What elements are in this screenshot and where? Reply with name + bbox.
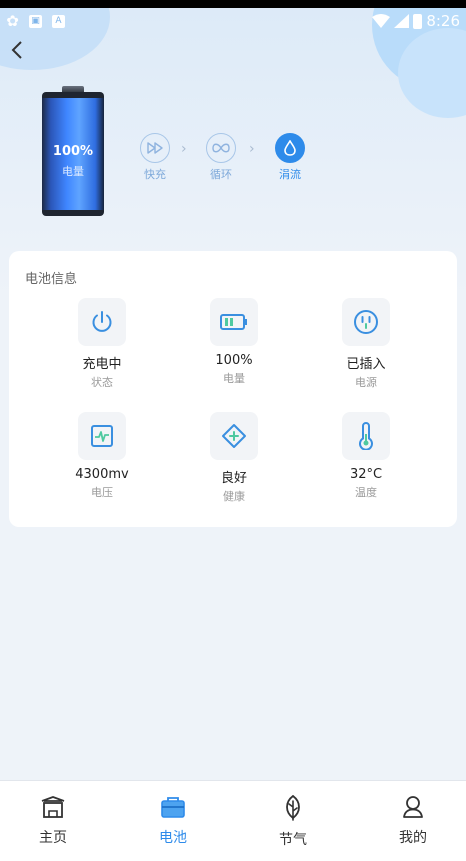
chevron-right-icon: › bbox=[249, 141, 255, 157]
tab-label: 节气 bbox=[279, 832, 307, 848]
battery-icon bbox=[210, 298, 258, 346]
voltage-icon bbox=[78, 412, 126, 460]
plug-icon bbox=[342, 298, 390, 346]
status-bar: ✿ ▣ A 8:26 bbox=[0, 0, 466, 34]
info-value: 良好 bbox=[220, 471, 247, 486]
tab-profile[interactable]: 我的 bbox=[373, 795, 453, 847]
battery-tab-icon bbox=[161, 797, 185, 818]
info-status: 充电中 状态 bbox=[52, 298, 152, 390]
mode-label: 涓流 bbox=[279, 168, 301, 181]
tab-battery[interactable]: 电池 bbox=[133, 795, 213, 847]
fast-forward-icon bbox=[140, 133, 170, 163]
user-icon bbox=[403, 796, 423, 818]
info-label: 状态 bbox=[91, 376, 113, 389]
info-label: 健康 bbox=[223, 490, 245, 503]
wifi-icon bbox=[372, 14, 391, 28]
info-voltage: 4300mv 电压 bbox=[52, 412, 152, 500]
infinity-icon bbox=[206, 133, 236, 163]
back-button[interactable] bbox=[6, 38, 28, 62]
info-value: 32°C bbox=[349, 467, 383, 482]
info-value: 充电中 bbox=[82, 357, 122, 372]
battery-info-card: 电池信息 充电中 状态 100% 电量 已插入 电源 4300mv 电压 良好 … bbox=[9, 251, 457, 527]
info-power-source: 已插入 电源 bbox=[316, 298, 416, 390]
card-title: 电池信息 bbox=[25, 272, 78, 287]
aperture-icon: ✿ bbox=[6, 12, 19, 30]
home-icon bbox=[41, 796, 65, 818]
tab-energy-saving[interactable]: 节气 bbox=[253, 795, 333, 849]
battery-graphic: 100% 电量 bbox=[42, 86, 104, 216]
battery-percent: 100% bbox=[52, 144, 94, 159]
mode-trickle[interactable]: 涓流 bbox=[270, 133, 310, 182]
mode-label: 快充 bbox=[144, 168, 166, 181]
info-temperature: 32°C 温度 bbox=[316, 412, 416, 500]
info-health: 良好 健康 bbox=[184, 412, 284, 504]
charge-modes: 快充 › 循环 › 涓流 bbox=[135, 133, 315, 183]
mode-fast[interactable]: 快充 bbox=[135, 133, 175, 182]
status-time: 8:26 bbox=[426, 12, 460, 30]
info-label: 电量 bbox=[223, 372, 245, 385]
tab-home[interactable]: 主页 bbox=[13, 795, 93, 847]
chevron-right-icon: › bbox=[181, 141, 187, 157]
droplet-icon bbox=[275, 133, 305, 163]
info-level: 100% 电量 bbox=[184, 298, 284, 386]
info-value: 100% bbox=[215, 353, 253, 368]
info-value: 4300mv bbox=[75, 467, 129, 482]
info-label: 电源 bbox=[355, 376, 377, 389]
info-value: 已插入 bbox=[346, 357, 386, 372]
leaf-icon bbox=[286, 795, 300, 821]
info-label: 温度 bbox=[355, 486, 377, 499]
battery-label: 电量 bbox=[62, 165, 84, 178]
health-icon bbox=[210, 412, 258, 460]
mode-cycle[interactable]: 循环 bbox=[201, 133, 241, 182]
bottom-tab-bar: 主页 电池 节气 我的 bbox=[0, 780, 466, 861]
a-icon: A bbox=[52, 14, 65, 28]
mode-label: 循环 bbox=[210, 168, 232, 181]
info-label: 电压 bbox=[91, 486, 113, 499]
tab-label: 主页 bbox=[39, 830, 67, 846]
tab-label: 电池 bbox=[159, 830, 187, 846]
screenshot-icon: ▣ bbox=[29, 14, 42, 28]
thermometer-icon bbox=[342, 412, 390, 460]
power-icon bbox=[78, 298, 126, 346]
chevron-left-icon bbox=[11, 41, 22, 59]
tab-label: 我的 bbox=[399, 830, 427, 846]
battery-charging-icon bbox=[413, 13, 423, 29]
signal-icon bbox=[394, 14, 410, 28]
